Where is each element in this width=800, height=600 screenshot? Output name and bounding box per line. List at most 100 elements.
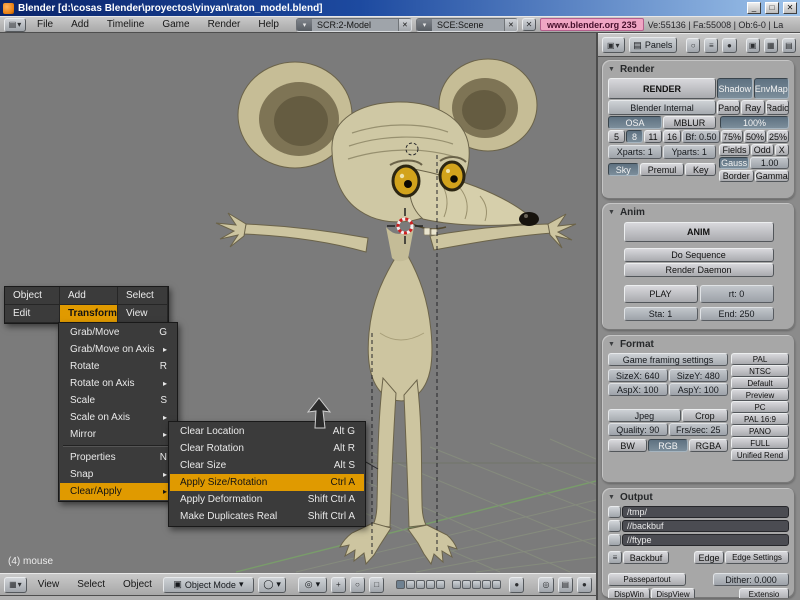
backbuf-toggle[interactable]: Backbuf <box>623 551 669 564</box>
gamma-toggle[interactable]: Gamma <box>754 170 789 182</box>
layer-button[interactable] <box>396 580 406 589</box>
rt-field[interactable]: rt: 0 <box>699 285 774 303</box>
manipulator-translate-button[interactable]: + <box>330 576 346 593</box>
render-daemon-toggle[interactable]: Render Daemon <box>623 263 774 277</box>
collapse-icon[interactable]: ▼ <box>608 66 615 73</box>
menu-view[interactable]: View <box>31 579 67 590</box>
quality-field[interactable]: Quality: 90 <box>608 423 668 436</box>
menu-item-properties[interactable]: Properties N <box>60 449 176 466</box>
preset-preview-button[interactable]: Preview <box>731 389 789 401</box>
file-format-select[interactable]: Jpeg <box>608 409 681 422</box>
viewport-shading-icon[interactable]: ▤ <box>557 576 573 593</box>
crop-toggle[interactable]: Crop <box>681 409 728 422</box>
menu-render[interactable]: Render <box>201 19 248 30</box>
render-panel-header[interactable]: ▼ Render <box>608 62 789 77</box>
gauss-value-slider[interactable]: 1.00 <box>750 157 789 169</box>
layer-button[interactable] <box>416 580 426 589</box>
sizey-field[interactable]: SizeY: 480 <box>668 369 728 382</box>
layer-button[interactable] <box>406 580 416 589</box>
play-button[interactable]: PLAY <box>623 285 698 303</box>
backbuf-path-field[interactable]: //backbuf <box>622 520 789 532</box>
fields-toggle[interactable]: Fields <box>719 144 750 156</box>
menu-item-make-duplicates-real[interactable]: Make Duplicates Real Shift Ctrl A <box>170 508 364 525</box>
aspx-field[interactable]: AspX: 100 <box>608 383 668 396</box>
logic-icon[interactable]: ○ <box>686 37 701 53</box>
menu-item-grab-move-on-axis[interactable]: Grab/Move on Axis ▸ <box>60 341 176 358</box>
viewport-3d[interactable]: (4) mouse Object Add Select Edit Transfo… <box>0 33 596 573</box>
odd-toggle[interactable]: Odd <box>750 144 774 156</box>
menu-game[interactable]: Game <box>155 19 196 30</box>
window-type-button[interactable]: ▣ ▾ <box>602 37 625 53</box>
layer-button[interactable] <box>452 580 462 589</box>
sky-toggle[interactable]: Sky <box>608 163 639 176</box>
framing-settings-select[interactable]: Game framing settings <box>608 353 728 366</box>
pivot-select[interactable]: ◎ ▾ <box>298 576 327 593</box>
size-50-button[interactable]: 50% <box>744 130 766 143</box>
preset-default-button[interactable]: Default <box>731 377 789 389</box>
file-browse-icon[interactable] <box>608 506 621 518</box>
output-panel-header[interactable]: ▼ Output <box>608 490 789 505</box>
fields-x-toggle[interactable]: X <box>774 144 790 156</box>
layer-button[interactable] <box>482 580 492 589</box>
mblur-toggle[interactable]: MBLUR <box>663 116 716 129</box>
minimize-button[interactable]: _ <box>747 2 761 14</box>
osa-5-button[interactable]: 5 <box>608 130 625 143</box>
format-panel-header[interactable]: ▼ Format <box>608 337 789 352</box>
preset-full-button[interactable]: FULL <box>731 437 789 449</box>
browse-scenes-icon[interactable]: ▾ <box>416 18 432 31</box>
collapse-icon[interactable]: ▼ <box>608 209 615 216</box>
blender-org-badge[interactable]: www.blender.org 235 <box>539 18 644 31</box>
rgba-toggle[interactable]: RGBA <box>688 439 728 452</box>
mode-select[interactable]: ▣ Object Mode ▾ <box>162 576 254 593</box>
shading-icon[interactable]: ● <box>722 37 737 53</box>
edge-toggle[interactable]: Edge <box>694 551 724 564</box>
render-button[interactable]: RENDER <box>608 78 716 99</box>
pano-toggle[interactable]: Pano <box>717 100 741 115</box>
render-path-field[interactable]: /tmp/ <box>622 506 789 518</box>
editing-icon[interactable]: ▦ <box>763 37 778 53</box>
collapse-icon[interactable]: ▼ <box>608 494 615 501</box>
preset-ntsc-button[interactable]: NTSC <box>731 365 789 377</box>
size-100-button[interactable]: 100% <box>720 116 789 129</box>
lock-layers-button[interactable]: ● <box>509 576 525 593</box>
menu-item-grab-move[interactable]: Grab/Move G <box>60 324 176 341</box>
delete-screen-button[interactable]: ✕ <box>397 18 411 31</box>
toolbox-view[interactable]: View <box>118 305 168 323</box>
border-toggle[interactable]: Border <box>719 170 754 182</box>
radio-toggle[interactable]: Radio <box>765 100 789 115</box>
framerate-field[interactable]: Frs/sec: 25 <box>668 423 728 436</box>
preset-pc-button[interactable]: PC <box>731 401 789 413</box>
sizex-field[interactable]: SizeX: 640 <box>608 369 668 382</box>
panel-tab-icon[interactable]: ≡ <box>608 551 622 564</box>
menu-item-clear-location[interactable]: Clear Location Alt G <box>170 423 364 440</box>
toolbox-object[interactable]: Object <box>5 287 60 305</box>
maximize-button[interactable]: □ <box>765 2 779 14</box>
anim-panel-header[interactable]: ▼ Anim <box>608 205 789 220</box>
preset-unified-button[interactable]: Unified Rend <box>731 449 789 461</box>
menu-help[interactable]: Help <box>251 19 286 30</box>
menu-item-apply-size-rotation[interactable]: Apply Size/Rotation Ctrl A <box>170 474 364 491</box>
toolbox-select[interactable]: Select <box>118 287 168 305</box>
xparts-field[interactable]: Xparts: 1 <box>608 145 662 159</box>
close-button[interactable]: ✕ <box>783 2 797 14</box>
ftype-path-field[interactable]: //ftype <box>622 534 789 546</box>
menu-item-rotate[interactable]: Rotate R <box>60 358 176 375</box>
do-sequence-toggle[interactable]: Do Sequence <box>623 248 774 262</box>
end-frame-field[interactable]: End: 250 <box>699 307 774 321</box>
browse-screens-icon[interactable]: ▾ <box>296 18 312 31</box>
dispwin-toggle[interactable]: DispWin <box>608 588 650 598</box>
menu-add[interactable]: Add <box>64 19 96 30</box>
osa-16-button[interactable]: 16 <box>663 130 681 143</box>
menu-item-apply-deformation[interactable]: Apply Deformation Shift Ctrl A <box>170 491 364 508</box>
extensions-button[interactable]: Extensio <box>739 588 789 598</box>
envmap-toggle[interactable]: EnvMap <box>753 78 789 99</box>
menu-item-rotate-on-axis[interactable]: Rotate on Axis ▸ <box>60 375 176 392</box>
layer-button[interactable] <box>472 580 482 589</box>
panels-menu-button[interactable]: ▤ Panels <box>628 37 678 53</box>
screen-selector[interactable]: ▾ SCR:2-Model ✕ <box>295 17 412 32</box>
anim-button[interactable]: ANIM <box>623 222 774 242</box>
preset-pal169-button[interactable]: PAL 16:9 <box>731 413 789 425</box>
dismiss-button[interactable]: ✕ <box>521 18 536 31</box>
window-type-button[interactable]: ▦ ▾ <box>4 576 27 593</box>
size-25-button[interactable]: 25% <box>767 130 789 143</box>
